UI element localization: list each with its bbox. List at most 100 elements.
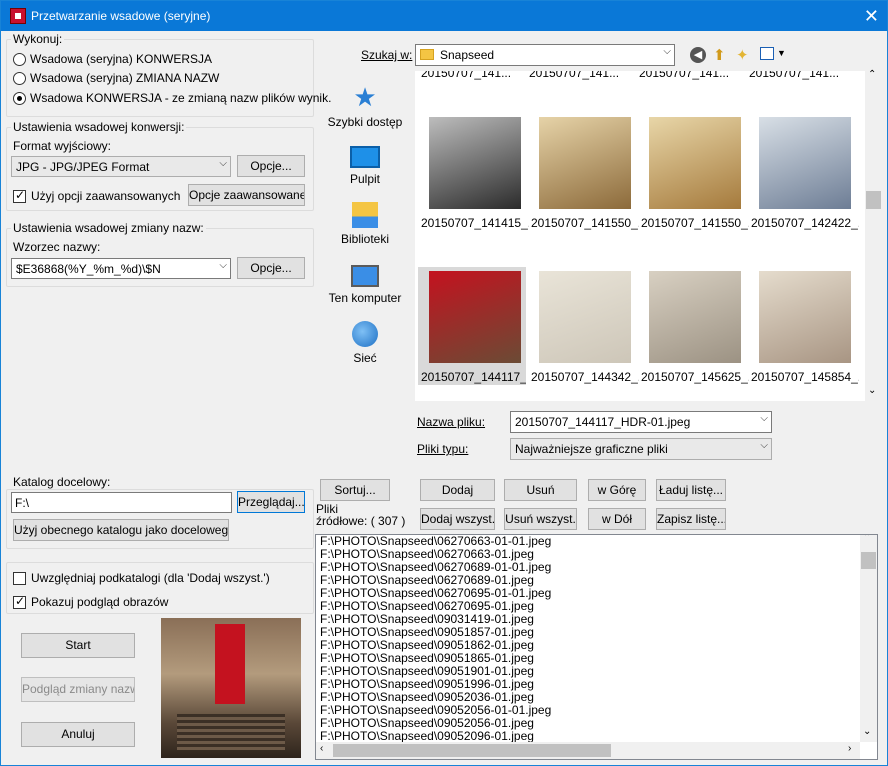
- thumb-label: 20150707_141...: [421, 71, 512, 80]
- place-libraries[interactable]: Biblioteki: [317, 202, 413, 246]
- rename-options-button[interactable]: Opcje...: [237, 257, 305, 279]
- format-options-button[interactable]: Opcje...: [237, 155, 305, 177]
- filename-combo[interactable]: 20150707_144117_HDR-01.jpeg ⌵: [510, 411, 772, 433]
- thumbnail-image: [649, 117, 741, 209]
- radio-icon: [13, 71, 26, 85]
- red-banner: [215, 624, 245, 704]
- place-label: Pulpit: [349, 172, 381, 186]
- checkbox-checked-icon: [13, 188, 26, 203]
- scrollbar-thumb[interactable]: [861, 552, 876, 569]
- thumbnail[interactable]: 20150707_145854_...: [751, 271, 859, 384]
- chevron-down-icon[interactable]: ▼: [777, 48, 786, 58]
- batch-dialog: Przetwarzanie wsadowe (seryjne) ✕ Wykonu…: [0, 0, 888, 766]
- thumbnail[interactable]: 20150707_144342_...: [531, 271, 639, 384]
- list-hscrollbar[interactable]: ‹ ›: [316, 742, 860, 759]
- start-button[interactable]: Start: [21, 633, 135, 658]
- scroll-down-icon[interactable]: ⌄: [868, 385, 876, 396]
- thumbs-scrollbar[interactable]: ⌃ ⌄: [865, 69, 882, 401]
- list-vscrollbar[interactable]: ⌃ ⌄: [860, 535, 877, 742]
- scrollbar-thumb[interactable]: [866, 191, 881, 209]
- view-menu-icon[interactable]: [760, 47, 774, 60]
- desktop-icon: [350, 146, 380, 168]
- source-file-list[interactable]: F:\PHOTO\Snapseed\06270663-01-01.jpeg F:\…: [315, 534, 878, 760]
- filetype-select[interactable]: Najważniejsze graficzne pliki ⌵: [510, 438, 772, 460]
- execute-legend: Wykonuj:: [11, 32, 65, 46]
- move-up-button[interactable]: w Górę: [588, 479, 646, 501]
- chevron-down-icon: ⌵: [219, 158, 227, 169]
- place-label: Biblioteki: [340, 232, 390, 246]
- radio-label: Wsadowa (seryjna) KONWERSJA: [30, 52, 213, 66]
- thumb-label: 20150707_141415_...: [421, 216, 529, 230]
- scrollbar-thumb[interactable]: [333, 744, 611, 757]
- preview-checkbox[interactable]: Pokazuj podgląd obrazów: [13, 594, 168, 609]
- format-select[interactable]: JPG - JPG/JPEG Format ⌵: [11, 156, 231, 177]
- use-current-folder-button[interactable]: Użyj obecnego katalogu jako docelowego: [13, 519, 229, 541]
- radio-batch-conversion-rename[interactable]: Wsadowa KONWERSJA - ze zmianą nazw plikó…: [13, 91, 331, 105]
- save-list-button[interactable]: Zapisz listę...: [656, 508, 726, 530]
- chevron-down-icon: ⌵: [219, 260, 227, 271]
- preview-rename-button[interactable]: Podgląd zmiany nazw: [21, 677, 135, 702]
- radio-label: Wsadowa KONWERSJA - ze zmianą nazw plikó…: [30, 91, 332, 105]
- close-icon[interactable]: ✕: [864, 6, 879, 27]
- scroll-up-icon[interactable]: ⌃: [868, 69, 876, 80]
- filename-label: Nazwa pliku:: [417, 415, 486, 429]
- format-value: JPG - JPG/JPEG Format: [16, 160, 150, 174]
- title-bar: Przetwarzanie wsadowe (seryjne) ✕: [1, 1, 887, 31]
- add-all-button[interactable]: Dodaj wszyst.: [420, 508, 495, 530]
- thumbnail[interactable]: 20150707_142422_...: [751, 117, 859, 230]
- cancel-button[interactable]: Anuluj: [21, 722, 135, 747]
- new-folder-icon[interactable]: ✦: [736, 46, 749, 64]
- look-in-value: Snapseed: [440, 48, 495, 62]
- checkbox-icon: [13, 571, 26, 585]
- target-folder-input[interactable]: F:\: [11, 492, 232, 513]
- thumbnail-image: [429, 117, 521, 209]
- remove-all-button[interactable]: Usuń wszyst.: [504, 508, 577, 530]
- conversion-legend: Ustawienia wsadowej konwersji:: [11, 120, 187, 134]
- place-network[interactable]: Sieć: [317, 321, 413, 365]
- scroll-up-icon[interactable]: ⌃: [863, 535, 871, 543]
- filename-value: 20150707_144117_HDR-01.jpeg: [515, 415, 691, 429]
- place-desktop[interactable]: Pulpit: [317, 143, 413, 186]
- add-button[interactable]: Dodaj: [420, 479, 495, 501]
- pattern-combo[interactable]: $E36868(%Y_%m_%d)\$N ⌵: [11, 258, 231, 279]
- subfolders-checkbox[interactable]: Uwzględniaj podkatalogi (dla 'Dodaj wszy…: [13, 571, 270, 585]
- thumbnail[interactable]: 20150707_141550_...: [531, 117, 639, 230]
- radio-selected-icon: [13, 91, 26, 105]
- thumbnail[interactable]: 20150707_145625_...: [641, 271, 749, 384]
- source-files-label: Pliki źródłowe: ( 307 ): [316, 502, 406, 528]
- advanced-options-checkbox[interactable]: Użyj opcji zaawansowanych: [13, 188, 180, 203]
- partial-row: 20150707_141... 20150707_141... 20150707_1…: [421, 71, 861, 80]
- sort-button[interactable]: Sortuj...: [320, 479, 390, 501]
- radio-batch-conversion[interactable]: Wsadowa (seryjna) KONWERSJA: [13, 52, 212, 66]
- scroll-right-icon[interactable]: ›: [848, 743, 851, 754]
- filetype-value: Najważniejsze graficzne pliki: [515, 442, 668, 456]
- back-icon[interactable]: ◀: [690, 47, 706, 63]
- move-down-button[interactable]: w Dół: [588, 508, 646, 530]
- format-label: Format wyjściowy:: [13, 139, 112, 153]
- target-label: Katalog docelowy:: [11, 475, 113, 489]
- window-title: Przetwarzanie wsadowe (seryjne): [31, 9, 211, 23]
- advanced-options-button[interactable]: Opcje zaawansowane...: [188, 184, 305, 206]
- place-this-pc[interactable]: Ten komputer: [317, 262, 413, 305]
- browse-button[interactable]: Przeglądaj...: [237, 491, 305, 513]
- chevron-down-icon: ⌵: [663, 46, 671, 57]
- up-folder-icon[interactable]: ⬆: [713, 46, 726, 64]
- radio-batch-rename[interactable]: Wsadowa (seryjna) ZMIANA NAZW: [13, 71, 219, 85]
- file-browser[interactable]: 20150707_141... 20150707_141... 20150707_1…: [415, 71, 865, 401]
- libraries-icon: [352, 202, 378, 228]
- scroll-left-icon[interactable]: ‹: [320, 743, 323, 754]
- thumb-label: 20150707_141...: [749, 71, 840, 80]
- thumb-label: 20150707_141550_...: [531, 216, 639, 230]
- thumbnail[interactable]: 20150707_141550_...: [641, 117, 749, 230]
- look-in-select[interactable]: Snapseed ⌵: [415, 44, 675, 66]
- thumbnail-selected[interactable]: 20150707_144117_...: [418, 267, 526, 385]
- scroll-down-icon[interactable]: ⌄: [863, 726, 871, 737]
- remove-button[interactable]: Usuń: [504, 479, 577, 501]
- thumb-label: 20150707_144342_...: [531, 370, 639, 384]
- star-icon: ★: [353, 82, 377, 112]
- load-list-button[interactable]: Ładuj listę...: [656, 479, 726, 501]
- thumbnail[interactable]: 20150707_141415_...: [421, 117, 529, 230]
- thumb-label: 20150707_145625_...: [641, 370, 749, 384]
- look-in-label: Szukaj w:: [361, 48, 413, 62]
- place-quick-access[interactable]: ★ Szybki dostęp: [317, 83, 413, 129]
